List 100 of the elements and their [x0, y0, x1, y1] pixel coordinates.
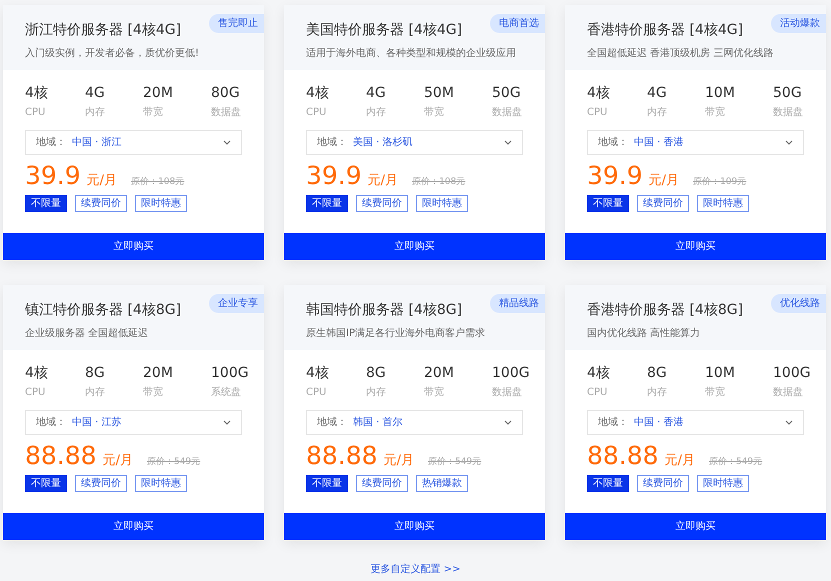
spec-label: 内存: [647, 106, 668, 120]
region-value: 中国 · 江苏: [72, 416, 122, 430]
spec-value: 4核: [306, 84, 330, 102]
feature-tag: 不限量: [25, 475, 67, 492]
price: 88.88: [587, 441, 659, 471]
plan-title: 香港特价服务器 [4核8G]: [587, 301, 744, 320]
plan-subtitle: 入门级实例，开发者必备，质优价更低!: [25, 46, 200, 61]
spec-label: CPU: [306, 386, 328, 400]
region-select[interactable]: 地域： 中国 · 香港: [587, 410, 804, 435]
plan-tag: 优化线路: [771, 294, 826, 313]
plan-title: 浙江特价服务器 [4核4G]: [25, 21, 182, 40]
price: 88.88: [306, 441, 378, 471]
spec-value: 8G: [647, 364, 668, 382]
spec-value: 80G: [211, 84, 241, 102]
chevron-down-icon: [785, 140, 793, 145]
buy-button[interactable]: 立即购买: [565, 233, 826, 260]
plan-tag: 电商首选: [490, 14, 545, 33]
price-unit: 元/月: [368, 172, 398, 190]
spec-label: 数据盘: [773, 106, 804, 120]
feature-tag: 续费同价: [637, 195, 689, 212]
price-unit: 元/月: [102, 452, 133, 470]
spec-label: CPU: [25, 106, 46, 120]
original-price: 原价：549元: [146, 456, 200, 469]
chevron-down-icon: [504, 140, 512, 145]
spec-value: 50G: [492, 84, 522, 102]
feature-tag: 限时特惠: [135, 475, 187, 492]
buy-button[interactable]: 立即购买: [284, 513, 545, 540]
feature-tag: 续费同价: [356, 195, 408, 212]
price: 39.9: [25, 161, 81, 191]
plan-tag: 活动爆款: [771, 14, 826, 33]
region-select[interactable]: 地域： 中国 · 江苏: [25, 410, 242, 435]
spec-label: 带宽: [424, 386, 445, 400]
spec-value: 100G: [492, 364, 531, 382]
feature-tag: 不限量: [306, 195, 348, 212]
chevron-down-icon: [223, 420, 231, 425]
buy-button[interactable]: 立即购买: [284, 233, 545, 260]
more-config-link[interactable]: 更多自定义配置 >>: [370, 564, 460, 575]
feature-tag: 不限量: [587, 475, 629, 492]
feature-tag: 不限量: [25, 195, 67, 212]
spec-value: 4G: [647, 84, 668, 102]
feature-tag: 热销爆款: [416, 475, 468, 492]
original-price: 原价：109元: [693, 176, 746, 189]
region-value: 中国 · 香港: [634, 136, 684, 150]
spec-label: 数据盘: [773, 386, 804, 400]
region-select[interactable]: 地域： 中国 · 浙江: [25, 130, 242, 155]
spec-value: 4G: [366, 84, 387, 102]
chevron-down-icon: [223, 140, 231, 145]
plan-tag: 售完即止: [209, 14, 264, 33]
plan-title: 香港特价服务器 [4核4G]: [587, 21, 744, 40]
region-label: 地域：: [36, 136, 66, 150]
price: 88.88: [25, 441, 97, 471]
region-select[interactable]: 地域： 美国 · 洛杉矶: [306, 130, 523, 155]
spec-value: 4G: [85, 84, 106, 102]
buy-button[interactable]: 立即购买: [3, 233, 264, 260]
plan-tag: 企业专享: [209, 294, 264, 313]
plan-subtitle: 全国超低延迟 香港顶级机房 三网优化线路: [587, 46, 774, 61]
feature-tag: 续费同价: [75, 475, 127, 492]
spec-label: 数据盘: [492, 386, 523, 400]
plan-subtitle: 适用于海外电商、各种类型和规模的企业级应用: [306, 46, 517, 61]
region-value: 中国 · 浙江: [72, 136, 122, 150]
region-value: 韩国 · 首尔: [353, 416, 403, 430]
chevron-down-icon: [504, 420, 512, 425]
feature-tag: 不限量: [587, 195, 629, 212]
price: 39.9: [306, 161, 362, 191]
spec-label: 内存: [366, 386, 387, 400]
original-price: 原价：549元: [708, 456, 762, 469]
spec-label: 内存: [647, 386, 668, 400]
chevron-down-icon: [785, 420, 793, 425]
region-label: 地域：: [317, 416, 347, 430]
spec-label: CPU: [587, 386, 608, 400]
spec-label: CPU: [306, 106, 328, 120]
plan-subtitle: 企业级服务器 全国超低延迟: [25, 326, 150, 341]
feature-tag: 限时特惠: [697, 195, 749, 212]
spec-value: 100G: [211, 364, 250, 382]
original-price: 原价：108元: [131, 176, 184, 189]
spec-label: 带宽: [143, 386, 164, 400]
spec-value: 8G: [366, 364, 387, 382]
plan-title: 美国特价服务器 [4核4G]: [306, 21, 462, 40]
spec-label: 带宽: [705, 106, 726, 120]
spec-value: 4核: [587, 364, 611, 382]
buy-button[interactable]: 立即购买: [3, 513, 264, 540]
region-value: 中国 · 香港: [634, 416, 684, 430]
price-unit: 元/月: [648, 172, 680, 190]
region-value: 美国 · 洛杉矶: [353, 136, 413, 150]
buy-button[interactable]: 立即购买: [565, 513, 826, 540]
plan-subtitle: 原生韩国IP满足各行业海外电商客户需求: [306, 326, 486, 341]
original-price: 原价：108元: [412, 176, 466, 189]
spec-label: 内存: [85, 106, 106, 120]
plan-title: 镇江特价服务器 [4核8G]: [25, 301, 182, 320]
spec-label: CPU: [587, 106, 608, 120]
region-select[interactable]: 地域： 韩国 · 首尔: [306, 410, 523, 435]
original-price: 原价：549元: [428, 456, 482, 469]
spec-label: CPU: [25, 386, 46, 400]
price-unit: 元/月: [664, 452, 695, 470]
region-select[interactable]: 地域： 中国 · 香港: [587, 130, 804, 155]
region-label: 地域：: [598, 416, 628, 430]
spec-label: 内存: [85, 386, 106, 400]
feature-tag: 续费同价: [637, 475, 689, 492]
region-label: 地域：: [36, 416, 66, 430]
feature-tag: 续费同价: [75, 195, 127, 212]
